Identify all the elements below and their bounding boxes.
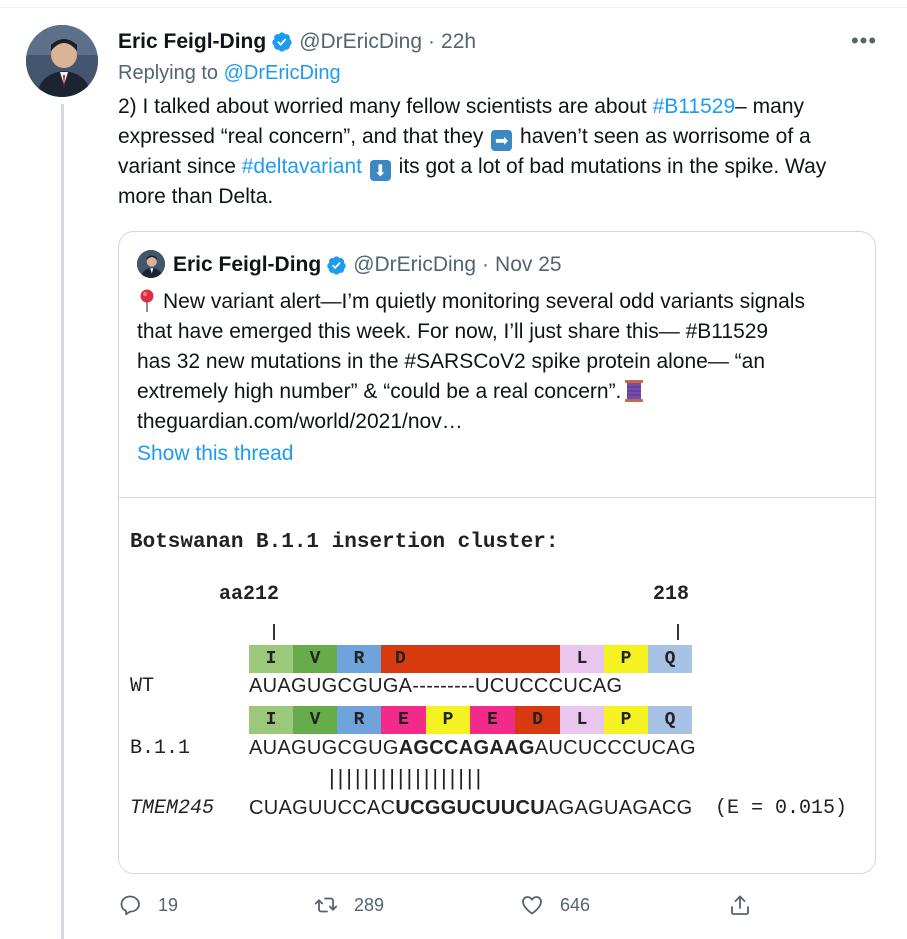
show-thread-link[interactable]: Show this thread <box>137 442 293 466</box>
tmem-label: TMEM245 <box>130 797 215 820</box>
aa-cell: E <box>381 706 426 734</box>
tmem-sequence: CUAGUUCCACUCGGUCUUCUAGAGUAGACG <box>249 797 693 820</box>
quoted-header: Eric Feigl-Ding @DrEricDing · Nov 25 <box>173 251 562 279</box>
reply-count: 19 <box>158 894 179 915</box>
separator-dot: · <box>482 253 490 276</box>
retweet-button[interactable]: 289 <box>314 893 384 917</box>
thread-spool-icon <box>625 380 644 402</box>
alignment-bars: |||||||||||||||||| <box>329 765 485 790</box>
down-arrow-emoji-icon: ⬇ <box>369 160 391 181</box>
quoted-avatar-image <box>137 250 165 278</box>
tweet-header: Eric Feigl-Ding @DrEricDing · 22h <box>118 27 476 57</box>
hashtag-link[interactable]: #B11529 <box>653 95 736 118</box>
aa-cell: P <box>604 706 648 734</box>
wt-aa-row: I V R D L P Q <box>249 645 692 673</box>
aa-cell: L <box>560 706 604 734</box>
seq-segment: AUAGUGCGUG <box>249 737 399 759</box>
quoted-line: extremely high number” & “could be a rea… <box>137 380 622 403</box>
heart-icon <box>522 896 542 915</box>
aa-cell: D <box>515 706 560 734</box>
top-divider <box>0 0 907 8</box>
tweet-time[interactable]: 22h <box>441 30 476 54</box>
wt-sequence: AUAGUGCGUGA---------UCUCCCUCAG <box>249 675 623 697</box>
replying-prefix: Replying to <box>118 62 219 84</box>
figure-title: Botswanan B.1.1 insertion cluster: <box>130 531 559 554</box>
quoted-line: that have emerged this week. For now, I’… <box>137 320 769 343</box>
aa-cell: E <box>470 706 515 734</box>
aa-cell: I <box>249 645 293 673</box>
like-button[interactable]: 646 <box>520 893 590 917</box>
reply-button[interactable]: 19 <box>118 893 178 917</box>
quoted-author-name: Eric Feigl-Ding <box>173 253 322 276</box>
reply-icon <box>120 895 140 916</box>
share-icon <box>731 895 749 915</box>
quoted-link: theguardian.com/world/2021/nov… <box>137 410 463 433</box>
action-bar: 19 289 646 <box>118 893 778 923</box>
hashtag-link[interactable]: #deltavariant <box>242 155 362 178</box>
b11-label: B.1.1 <box>130 737 191 760</box>
aa-end-tick <box>677 624 679 640</box>
b11-sequence: AUAGUGCGUGAGCCAGAAGAUCUCCCUCAG <box>249 737 696 760</box>
aa-cell: R <box>337 645 381 673</box>
seq-segment: AGAGUAGACG <box>545 797 693 819</box>
replying-to: Replying to @DrEricDing <box>118 62 341 85</box>
aa-cell: P <box>604 645 648 673</box>
thread-connector <box>61 104 64 939</box>
share-button[interactable] <box>728 893 768 917</box>
seq-segment: AUCUCCCUCAG <box>534 737 696 759</box>
match-segment: UCGGUCUUCU <box>395 797 546 819</box>
separator-dot: · <box>428 30 436 53</box>
quoted-line: has 32 new mutations in the #SARSCoV2 sp… <box>137 350 766 373</box>
aa-cell: V <box>293 706 337 734</box>
e-value: (E = 0.015) <box>715 797 848 820</box>
aa-cell: I <box>249 706 293 734</box>
author-name[interactable]: Eric Feigl-Ding <box>118 30 266 54</box>
quoted-text: New variant alert—I’m quietly monitoring… <box>137 287 867 437</box>
aa-cell: Q <box>648 706 692 734</box>
sequence-figure: Botswanan B.1.1 insertion cluster: aa212… <box>119 497 875 873</box>
replying-mention-link[interactable]: @DrEricDing <box>224 62 341 84</box>
author-handle[interactable]: @DrEricDing <box>299 30 422 54</box>
aa-cell: R <box>337 706 381 734</box>
insertion-segment: AGCCAGAAG <box>398 737 535 759</box>
aa-start-label: aa212 <box>219 583 280 606</box>
aa-cell: P <box>426 706 470 734</box>
aa-cell: Q <box>648 645 692 673</box>
tweet-text: 2) I talked about worried many fellow sc… <box>118 92 878 212</box>
avatar[interactable] <box>26 25 98 97</box>
aa-cell: D <box>381 645 560 673</box>
tweet-text-part: 2) I talked about worried many fellow sc… <box>118 95 653 118</box>
wt-label: WT <box>130 675 155 698</box>
avatar-image <box>26 25 98 97</box>
aa-end-label: 218 <box>653 583 690 606</box>
verified-badge-icon <box>327 255 346 275</box>
quoted-author-handle: @DrEricDing <box>353 253 477 276</box>
b11-aa-row: I V R E P E D L P Q <box>249 706 692 734</box>
retweet-count: 289 <box>354 894 385 915</box>
aa-cell: V <box>293 645 337 673</box>
more-options-icon[interactable]: ••• <box>846 28 882 54</box>
pushpin-icon <box>140 289 154 312</box>
aa-start-tick <box>273 624 275 640</box>
aa-cell: L <box>560 645 604 673</box>
like-count: 646 <box>560 894 591 915</box>
verified-badge-icon <box>272 32 292 52</box>
right-arrow-emoji-icon: ➡ <box>491 130 513 151</box>
quoted-avatar <box>137 250 165 278</box>
seq-segment: CUAGUUCCAC <box>249 797 396 819</box>
quoted-line: New variant alert—I’m quietly monitoring… <box>163 290 805 313</box>
quoted-tweet-card[interactable]: Eric Feigl-Ding @DrEricDing · Nov 25 New… <box>118 231 876 874</box>
quoted-time: Nov 25 <box>495 253 562 276</box>
retweet-icon <box>314 897 338 913</box>
